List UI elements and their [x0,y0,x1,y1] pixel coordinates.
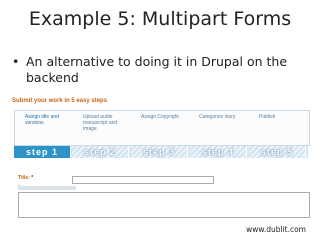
embedded-form-screenshot: Submit your work in 5 easy steps Assign … [8,96,312,220]
footer-url: www.dublit.com [246,225,306,234]
bullet-text: An alternative to doing it in Drupal on … [26,54,288,85]
form-header: Submit your work in 5 easy steps [12,98,108,104]
step-progress-bar: step 1 step 2 step 3 step 4 step 5 [14,146,308,158]
step-tab-5[interactable]: step 5 [249,146,306,158]
step-tab-1[interactable]: step 1 [14,146,71,158]
step-label-3: Assign Copyright [141,114,179,120]
required-marker: * [31,175,34,181]
title-input[interactable] [72,176,214,184]
step-description-panel: Assign title and versions Upload audio m… [14,110,310,146]
slide-title: Example 5: Multipart Forms [28,8,292,30]
step-tab-3[interactable]: step 3 [131,146,188,158]
step-label-1: Assign title and versions [25,114,59,126]
step-label-5: Publish [259,114,276,120]
bullet-marker: • [12,54,20,69]
step-tab-4[interactable]: step 4 [190,146,247,158]
step-tab-2[interactable]: step 2 [72,146,129,158]
editor-toolbar [18,186,76,190]
body-textarea[interactable] [18,192,310,218]
step-label-4: Categories story [199,114,236,120]
title-field-label: Title: * [18,175,33,181]
title-label-text: Title: [18,175,30,181]
bullet-point: • An alternative to doing it in Drupal o… [12,54,302,86]
step-label-2: Upload audio manuscript and image [83,114,118,132]
